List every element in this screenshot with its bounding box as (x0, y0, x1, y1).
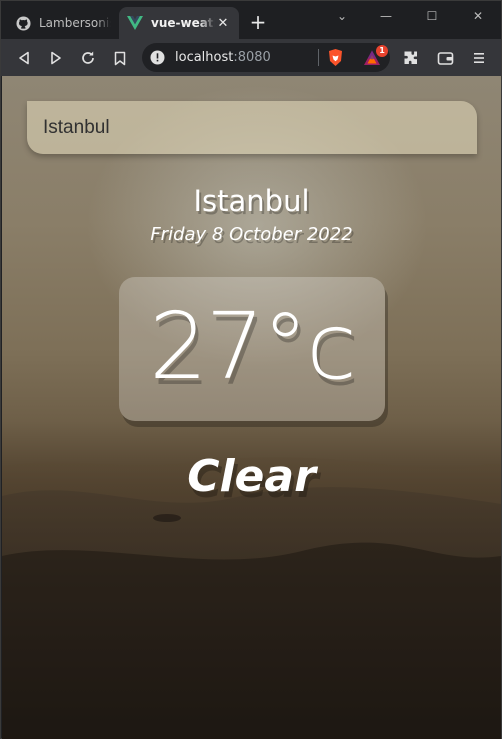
bookmark-icon[interactable] (109, 47, 131, 69)
weather-condition: Clear (187, 451, 316, 502)
weather-app: Istanbul Friday 8 October 2022 27°c Clea… (2, 76, 501, 739)
tab-title: vue-weather (151, 16, 215, 30)
vue-icon (127, 15, 143, 31)
tab-github[interactable]: Lambersonista (7, 7, 119, 39)
new-tab-button[interactable]: + (247, 11, 269, 33)
maximize-button[interactable]: ☐ (409, 5, 455, 27)
address-divider (318, 49, 319, 66)
tab-search-button[interactable]: ⌄ (319, 5, 365, 27)
browser-window: Lambersonista vue-weather ✕ + ⌄ — ☐ ✕ (0, 0, 502, 739)
minimize-button[interactable]: — (363, 5, 409, 27)
address-bar[interactable]: localhost:8080 1 (142, 43, 390, 72)
tab-vue-weather[interactable]: vue-weather ✕ (119, 7, 239, 39)
search-input[interactable] (27, 101, 477, 154)
temperature-value: 27°c (149, 293, 357, 400)
close-tab-icon[interactable]: ✕ (215, 16, 231, 31)
brave-shield-icon[interactable] (326, 48, 345, 67)
rewards-badge: 1 (376, 45, 388, 57)
extensions-icon[interactable] (400, 47, 422, 69)
temperature-box: 27°c (119, 277, 385, 421)
forward-icon[interactable] (45, 47, 67, 69)
location-name: Istanbul (193, 184, 310, 218)
github-icon (15, 15, 31, 31)
tab-strip: Lambersonista vue-weather ✕ + ⌄ — ☐ ✕ (1, 1, 501, 39)
tab-title: Lambersonista (39, 16, 111, 30)
back-icon[interactable] (13, 47, 35, 69)
reload-icon[interactable] (77, 47, 99, 69)
browser-toolbar: localhost:8080 1 (1, 39, 501, 76)
url-text[interactable]: localhost:8080 (175, 50, 271, 65)
wallet-icon[interactable] (434, 47, 456, 69)
current-date: Friday 8 October 2022 (150, 224, 353, 245)
url-host: localhost (175, 50, 234, 65)
site-info-icon[interactable] (150, 50, 165, 65)
menu-icon[interactable] (468, 47, 490, 69)
url-port: :8080 (233, 50, 271, 65)
close-window-button[interactable]: ✕ (455, 5, 501, 27)
